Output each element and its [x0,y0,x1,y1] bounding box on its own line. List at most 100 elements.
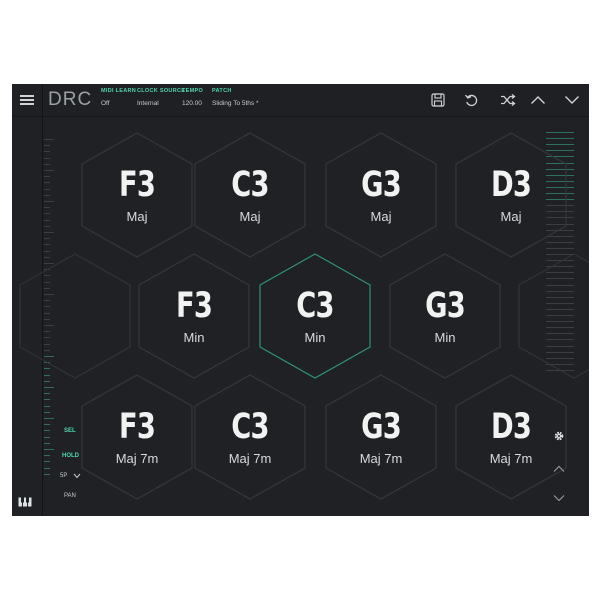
patch-value: Sliding To 5ths * [212,100,259,107]
chord-pad[interactable]: D3 Maj [455,132,567,258]
strip-tick [44,225,50,227]
app-logo: DRC [48,89,93,110]
chord-root-note: D3 [490,165,532,205]
pan-button[interactable]: PAN [64,493,76,499]
chord-pad[interactable]: C3 Maj 7m [194,374,306,500]
chord-root-note: G3 [361,407,402,447]
chord-root-note: G3 [425,286,466,326]
strip-tick [44,405,50,407]
chord-pad[interactable]: F3 Maj 7m [81,374,193,500]
strip-tick [44,213,50,215]
chord-quality: Min [304,330,326,345]
strip-tick [44,387,54,388]
tempo-value: 120.00 [182,100,202,107]
patch-label: PATCH [212,88,232,94]
strip-tick [44,380,50,382]
chord-quality: Maj [239,209,261,224]
patch-field[interactable]: PATCH Sliding To 5ths * [212,88,259,107]
tempo-label: TEMPO [182,88,204,94]
edge-pad-right [518,253,589,379]
strip-tick [44,194,50,196]
strip-tick [44,467,50,469]
chord-quality: Maj [126,209,148,224]
strip-tick [44,473,50,475]
sel-button[interactable]: SEL [64,428,76,434]
chord-root-note: F3 [118,165,156,205]
strip-tick [44,207,50,209]
chord-quality: Maj 7m [489,451,533,466]
clock-source-label: CLOCK SOURCE [137,88,186,94]
top-bar: DRC MIDI LEARN Off CLOCK SOURCE Internal… [12,84,589,117]
octave-down-icon[interactable] [553,489,565,507]
midi-learn-label: MIDI LEARN [101,88,137,94]
piano-keys-icon[interactable] [18,494,32,512]
strip-tick [44,455,50,457]
octave-up-icon[interactable] [553,460,565,478]
chord-root-note: F3 [118,407,156,447]
undo-icon[interactable] [461,90,481,110]
strip-tick [44,139,54,140]
strip-tick [44,449,54,450]
drc-app-window: DRC MIDI LEARN Off CLOCK SOURCE Internal… [12,84,589,516]
midi-learn-field[interactable]: MIDI LEARN Off [101,88,136,107]
chord-root-note: C3 [231,407,269,447]
chord-root-note: D3 [490,407,532,447]
strip-tick [44,399,50,401]
chord-pad[interactable]: F3 Min [138,253,250,379]
chevron-down-icon[interactable] [562,90,582,110]
strip-tick [44,393,50,395]
strip-tick [44,436,50,438]
chord-root-note: F3 [175,286,213,326]
chord-pad[interactable]: G3 Maj [325,132,437,258]
clock-source-field[interactable]: CLOCK SOURCE Internal [137,88,185,107]
sp-selector[interactable]: 5P [60,473,81,479]
gear-icon[interactable] [553,429,565,447]
sp-value: 5P [60,473,68,479]
strip-tick [44,430,50,432]
clock-source-value: Internal [137,100,159,107]
strip-tick [44,418,54,419]
chevron-up-icon[interactable] [528,90,548,110]
chord-pad[interactable]: C3 Maj [194,132,306,258]
strip-tick [44,182,50,184]
strip-tick [44,170,54,171]
edge-pad-left [19,253,131,379]
chord-pad[interactable]: C3 Min [259,253,371,379]
chord-quality: Min [434,330,456,345]
strip-tick [44,176,50,178]
strip-tick [44,219,50,221]
strip-tick [44,238,50,240]
hold-button[interactable]: HOLD [62,453,79,459]
chord-quality: Maj 7m [115,451,159,466]
chord-quality: Maj 7m [359,451,403,466]
chord-root-note: C3 [231,165,269,205]
hamburger-menu-icon[interactable] [12,84,43,116]
save-icon[interactable] [428,90,448,110]
strip-tick [44,244,50,246]
strip-tick [44,151,50,153]
strip-tick [44,461,50,463]
midi-learn-value: Off [101,100,110,107]
chord-quality: Min [183,330,205,345]
strip-tick [44,232,54,233]
strip-tick [44,145,50,147]
strip-tick [44,201,54,202]
chord-pad[interactable]: G3 Maj 7m [325,374,437,500]
strip-tick [44,188,50,190]
chord-quality: Maj [500,209,522,224]
chord-pad[interactable]: G3 Min [389,253,501,379]
chevron-down-icon [73,473,81,479]
chord-quality: Maj 7m [228,451,272,466]
strip-tick [44,424,50,426]
strip-tick [44,411,50,413]
chord-root-note: G3 [361,165,402,205]
chord-pad[interactable]: F3 Maj [81,132,193,258]
strip-tick [44,163,50,165]
strip-tick [44,157,50,159]
chord-pad[interactable]: D3 Maj 7m [455,374,567,500]
strip-tick [44,250,50,252]
chord-quality: Maj [370,209,392,224]
tempo-field[interactable]: TEMPO 120.00 [182,88,203,107]
strip-tick [44,442,50,444]
shuffle-icon[interactable] [498,90,518,110]
